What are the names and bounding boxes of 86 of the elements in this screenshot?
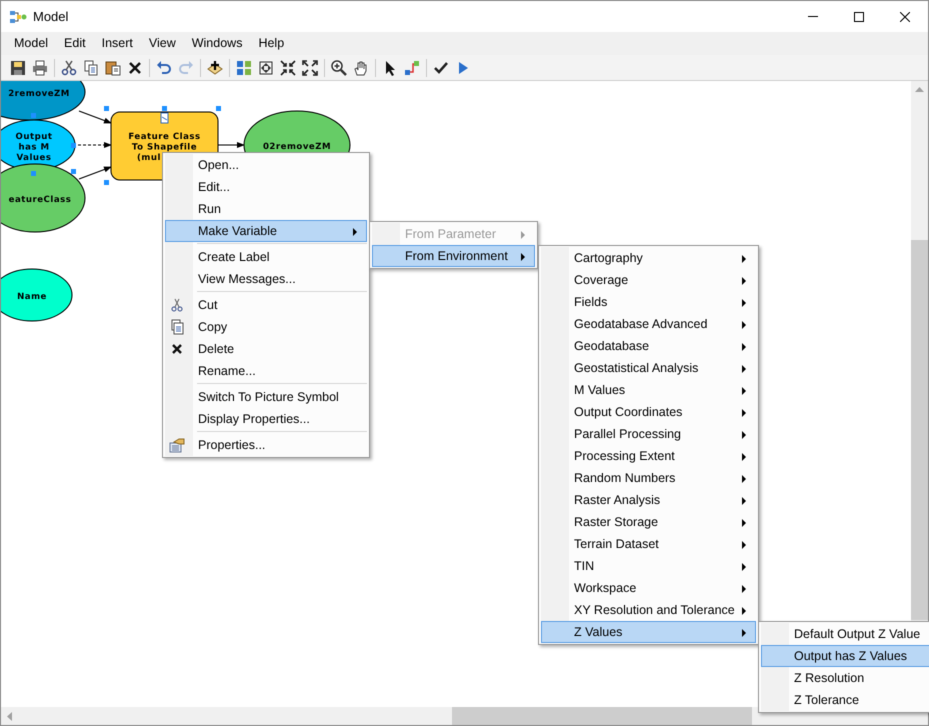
menu-item[interactable]: Fields	[541, 291, 756, 313]
minimize-icon	[808, 16, 818, 17]
submenu-arrow-icon	[742, 585, 746, 593]
scrollbar-thumb[interactable]	[911, 240, 928, 620]
variable-node[interactable]: 2removeZM	[1, 81, 86, 120]
menu-item[interactable]: Random Numbers	[541, 467, 756, 489]
submenu-arrow-icon	[742, 563, 746, 571]
menu-item[interactable]: View	[140, 34, 184, 53]
menu-item[interactable]: TIN	[541, 555, 756, 577]
connector-arrow	[218, 142, 245, 148]
submenu-arrow-icon	[742, 541, 746, 549]
submenu-arrow-icon	[742, 365, 746, 373]
scroll-left-icon	[7, 712, 12, 721]
submenu-arrow-icon	[742, 519, 746, 527]
menu-item[interactable]: Z Resolution	[761, 667, 929, 689]
menu-item[interactable]: Create Label	[165, 246, 367, 268]
selection-handle[interactable]	[104, 106, 109, 111]
menu-item[interactable]: Edit	[56, 34, 94, 53]
selection-handle[interactable]	[71, 143, 76, 148]
selection-handle[interactable]	[71, 169, 76, 174]
menu-item[interactable]: Default Output Z Value	[761, 623, 929, 645]
menu-item[interactable]: Run	[165, 198, 367, 220]
menu-item[interactable]: Model	[6, 34, 56, 53]
connector-arrow	[78, 166, 112, 180]
menu-item[interactable]: Switch To Picture Symbol	[165, 386, 367, 408]
tool-icon	[160, 112, 168, 124]
menu-item[interactable]: Processing Extent	[541, 445, 756, 467]
submenu-arrow-icon	[742, 453, 746, 461]
close-icon	[900, 12, 910, 22]
submenu-arrow-icon	[742, 497, 746, 505]
menu-item[interactable]: Properties...	[165, 434, 367, 456]
menu-item[interactable]: Output has Z Values	[761, 645, 929, 667]
submenu-arrow-icon	[742, 277, 746, 285]
menu-item[interactable]: Geodatabase	[541, 335, 756, 357]
menu-item[interactable]: Workspace	[541, 577, 756, 599]
selection-handle[interactable]	[31, 113, 36, 118]
variable-node[interactable]: eatureClass	[1, 164, 86, 232]
horizontal-scrollbar[interactable]	[1, 707, 928, 725]
menu-item[interactable]: Delete	[165, 338, 367, 360]
menu-item[interactable]: Windows	[184, 34, 250, 53]
properties-icon	[169, 437, 185, 453]
submenu-arrow-icon	[742, 387, 746, 395]
menu-item[interactable]: Cut	[165, 294, 367, 316]
menu-item[interactable]: Geostatistical Analysis	[541, 357, 756, 379]
connector-arrow	[78, 110, 112, 124]
menu-item[interactable]: Geodatabase Advanced	[541, 313, 756, 335]
submenu-arrow-icon	[742, 607, 746, 615]
submenu-arrow-icon	[742, 299, 746, 307]
menu-item[interactable]: XY Resolution and Tolerance	[541, 599, 756, 621]
menu-item[interactable]: Z Values	[541, 621, 756, 643]
submenu-arrow-icon	[742, 431, 746, 439]
menu-item[interactable]: Rename...	[165, 360, 367, 382]
app-icon	[9, 10, 27, 24]
selection-handle[interactable]	[31, 171, 36, 176]
menu-item[interactable]: Copy	[165, 316, 367, 338]
cut-icon	[169, 297, 185, 313]
maximize-icon	[854, 12, 864, 22]
submenu-arrow-icon	[742, 321, 746, 329]
submenu-arrow-icon	[742, 255, 746, 263]
submenu-arrow-icon	[742, 475, 746, 483]
menu-item[interactable]: Output Coordinates	[541, 401, 756, 423]
submenu-arrow-icon	[742, 629, 746, 637]
scroll-up-icon	[915, 87, 924, 92]
menu-item[interactable]: Terrain Dataset	[541, 533, 756, 555]
window-title: Model	[33, 8, 68, 26]
menu-item[interactable]: From Environment	[372, 245, 535, 267]
selection-handle[interactable]	[216, 106, 221, 111]
copy-icon	[169, 319, 185, 335]
menu-item[interactable]: Make Variable	[165, 220, 367, 242]
selection-handle[interactable]	[162, 106, 167, 111]
menu-item[interactable]: Z Tolerance	[761, 689, 929, 711]
menu-item[interactable]: Parallel Processing	[541, 423, 756, 445]
variable-node[interactable]: Name	[1, 268, 72, 322]
menu-item[interactable]: Cartography	[541, 247, 756, 269]
selection-handle[interactable]	[104, 180, 109, 185]
menu-item[interactable]: Coverage	[541, 269, 756, 291]
menu-item[interactable]: Display Properties...	[165, 408, 367, 430]
submenu-arrow-icon	[742, 409, 746, 417]
submenu-arrow-icon	[742, 343, 746, 351]
menu-item[interactable]: M Values	[541, 379, 756, 401]
scrollbar-thumb[interactable]	[452, 707, 752, 725]
menu-item[interactable]: Raster Analysis	[541, 489, 756, 511]
menu-item[interactable]: Raster Storage	[541, 511, 756, 533]
menu-item[interactable]: View Messages...	[165, 268, 367, 290]
menu-item[interactable]: Help	[250, 34, 292, 53]
menu-item[interactable]: Insert	[94, 34, 141, 53]
